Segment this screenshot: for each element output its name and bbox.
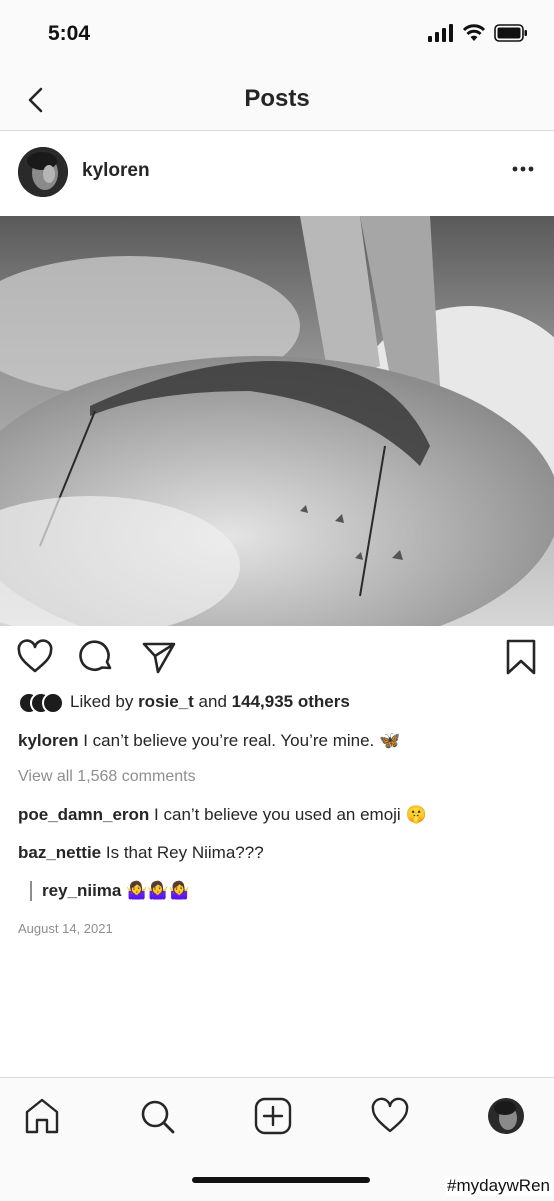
post-caption: kyloren I can’t believe you’re real. You… <box>18 731 400 751</box>
cellular-signal-icon <box>428 24 453 42</box>
post-actions <box>0 636 554 680</box>
home-indicator <box>192 1177 370 1183</box>
status-icons <box>428 24 528 42</box>
comment-username[interactable]: poe_damn_eron <box>18 805 149 824</box>
caption-username[interactable]: kyloren <box>18 731 78 750</box>
search-icon[interactable] <box>137 1096 177 1136</box>
more-options-icon[interactable] <box>510 159 536 179</box>
comment-reply: rey_niima 🤷‍♀️🤷‍♀️🤷‍♀️ <box>30 881 190 901</box>
comment-text: I can’t believe you used an emoji <box>154 805 401 824</box>
likes-count[interactable]: 144,935 others <box>232 692 350 712</box>
reply-username[interactable]: rey_niima <box>42 881 121 900</box>
liker-avatars <box>18 692 64 714</box>
status-time: 5:04 <box>48 22 91 45</box>
post-date: August 14, 2021 <box>18 921 113 936</box>
comment-bubble-icon[interactable] <box>78 638 116 676</box>
share-send-icon[interactable] <box>140 638 178 676</box>
shushing-face-emoji: 🤫 <box>405 805 427 825</box>
like-heart-icon[interactable] <box>16 638 54 676</box>
home-icon[interactable] <box>22 1096 62 1136</box>
activity-heart-icon[interactable] <box>370 1096 410 1136</box>
comment-item: poe_damn_eron I can’t believe you used a… <box>18 805 427 825</box>
likes-prefix: Liked by <box>70 692 134 711</box>
wifi-icon <box>462 24 486 41</box>
battery-icon <box>494 24 527 42</box>
comment-username[interactable]: baz_nettie <box>18 843 101 862</box>
author-avatar[interactable] <box>18 147 68 197</box>
comment-item: baz_nettie Is that Rey Niima??? <box>18 843 264 863</box>
likes-summary[interactable]: Liked by rosie_t and 144,935 others <box>18 690 350 714</box>
caption-text: I can’t believe you’re real. You’re mine… <box>83 731 375 750</box>
new-post-icon[interactable] <box>253 1096 293 1136</box>
post-header: kyloren <box>0 131 554 215</box>
status-bar: 5:04 <box>0 0 554 66</box>
watermark-hashtag: #mydaywRen <box>445 1176 552 1196</box>
likes-user[interactable]: rosie_t <box>138 692 194 712</box>
page-title: Posts <box>244 85 310 112</box>
navigation-bar: Posts <box>0 66 554 131</box>
view-all-comments-link[interactable]: View all 1,568 comments <box>18 768 196 786</box>
shrug-emoji: 🤷‍♀️🤷‍♀️🤷‍♀️ <box>126 881 190 901</box>
save-bookmark-icon[interactable] <box>502 638 540 676</box>
profile-avatar[interactable] <box>486 1096 526 1136</box>
author-username[interactable]: kyloren <box>82 160 150 182</box>
butterfly-emoji: 🦋 <box>379 731 401 751</box>
comment-text: Is that Rey Niima??? <box>105 843 264 862</box>
likes-and: and <box>198 692 227 711</box>
post-photo[interactable] <box>0 216 554 626</box>
